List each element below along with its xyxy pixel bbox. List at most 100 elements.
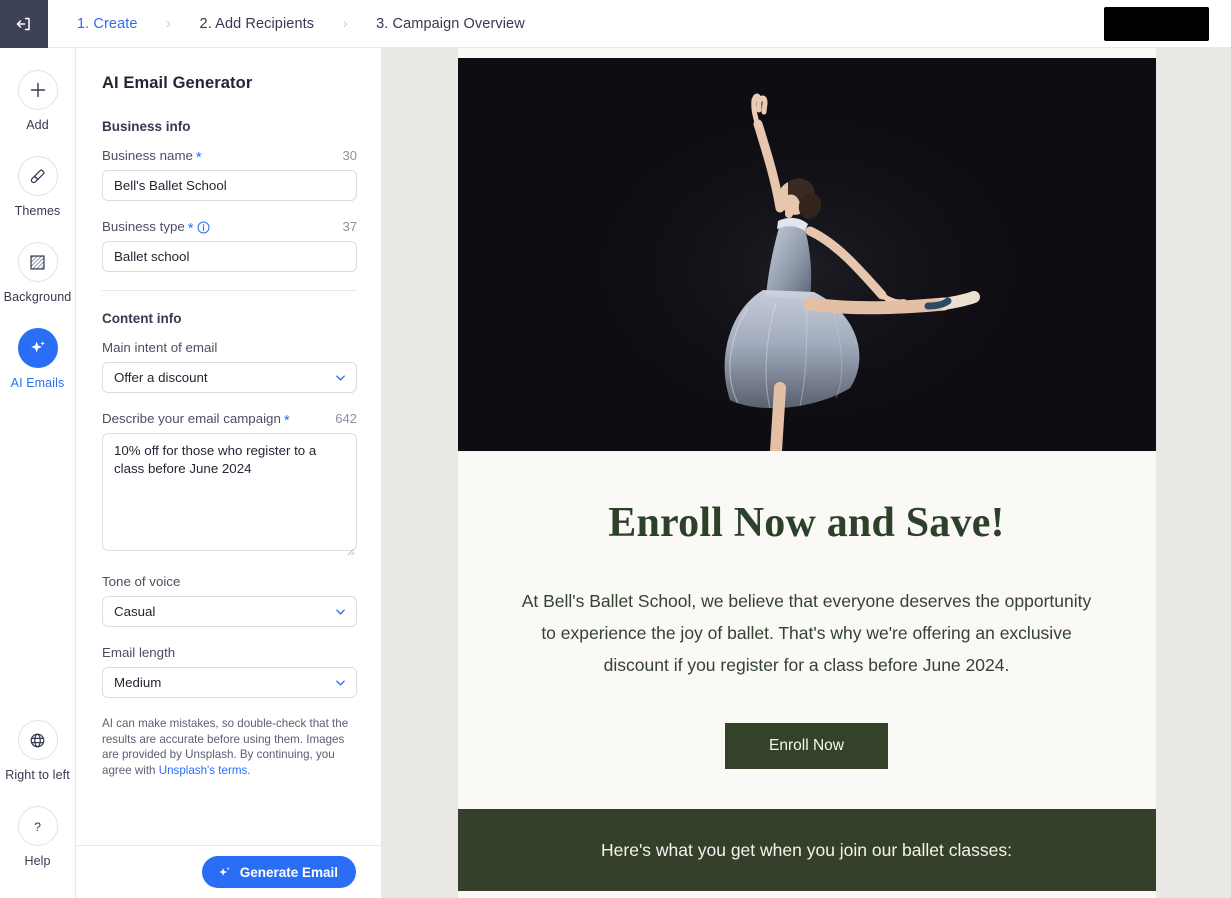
describe-campaign-counter: 642 xyxy=(335,411,357,426)
email-bottom-spacer xyxy=(457,891,1156,898)
rail-icon-wrap: ? xyxy=(17,806,58,846)
email-length-label: Email length xyxy=(102,645,176,660)
business-name-counter: 30 xyxy=(342,148,357,163)
required-asterisk: * xyxy=(283,412,290,429)
tool-rail: Add Themes Background AI Emails Right to… xyxy=(0,48,76,898)
business-type-label: Business type * xyxy=(102,219,210,237)
sparkle-icon xyxy=(30,341,45,353)
rail-label-help: Help xyxy=(24,854,51,868)
disclaimer-text-after: . xyxy=(247,763,251,777)
email-preview: Enroll Now and Save! At Bell's Ballet Sc… xyxy=(457,48,1156,898)
breadcrumb-step-add-recipients[interactable]: 2. Add Recipients xyxy=(200,16,315,32)
rail-label-background: Background xyxy=(3,290,72,304)
tone-of-voice-select[interactable]: Casual xyxy=(102,596,357,627)
email-length-select-wrap: Medium xyxy=(102,667,357,698)
rail-item-help[interactable]: ? Help xyxy=(0,806,76,868)
main-intent-select[interactable]: Offer a discount xyxy=(102,362,357,393)
email-cta-wrap: Enroll Now xyxy=(514,723,1100,769)
rail-item-add[interactable]: Add xyxy=(0,70,76,132)
field-header: Business type * 37 xyxy=(102,219,357,237)
panel-scroll-area: AI Email Generator Business info Busines… xyxy=(76,48,381,845)
field-business-type: Business type * 37 xyxy=(102,219,357,272)
email-paragraph: At Bell's Ballet School, we believe that… xyxy=(521,591,1092,675)
rail-icon-wrap xyxy=(17,242,58,282)
rail-item-right-to-left[interactable]: Right to left xyxy=(0,720,76,782)
field-describe-campaign: Describe your email campaign * 642 xyxy=(102,411,357,556)
business-type-input[interactable] xyxy=(102,241,357,272)
rail-icon-wrap xyxy=(17,156,58,196)
business-name-label-text: Business name xyxy=(102,148,193,163)
field-header: Business name * 30 xyxy=(102,148,357,166)
rail-label-right-to-left: Right to left xyxy=(5,768,70,782)
rail-icon-wrap xyxy=(17,720,58,760)
required-asterisk: * xyxy=(187,220,194,237)
info-icon[interactable] xyxy=(197,221,210,234)
globe-icon xyxy=(30,733,45,747)
breadcrumb-chevron-icon: › xyxy=(342,15,348,32)
breadcrumb-chevron-icon: › xyxy=(166,15,172,32)
business-type-counter: 37 xyxy=(342,219,357,234)
field-email-length: Email length Medium xyxy=(102,645,357,698)
email-top-spacer xyxy=(457,48,1156,58)
rail-item-themes[interactable]: Themes xyxy=(0,156,76,218)
field-header: Tone of voice xyxy=(102,574,357,589)
field-header: Email length xyxy=(102,645,357,660)
ballerina-illustration xyxy=(457,58,1156,451)
textarea-wrap xyxy=(102,433,357,556)
business-info-heading: Business info xyxy=(102,119,191,134)
rail-label-add: Add xyxy=(26,118,49,132)
email-body: Enroll Now and Save! At Bell's Ballet Sc… xyxy=(458,499,1156,769)
exit-editor-button[interactable] xyxy=(0,0,48,48)
top-bar-actions xyxy=(1104,0,1231,47)
tone-select-wrap: Casual xyxy=(102,596,357,627)
top-bar: 1. Create › 2. Add Recipients › 3. Campa… xyxy=(0,0,1231,48)
describe-campaign-textarea[interactable] xyxy=(102,433,357,551)
describe-campaign-label: Describe your email campaign * xyxy=(102,411,290,429)
field-business-name: Business name * 30 xyxy=(102,148,357,201)
ai-disclaimer: AI can make mistakes, so double-check th… xyxy=(102,716,357,778)
field-header: Describe your email campaign * 642 xyxy=(102,411,357,429)
content-info-heading: Content info xyxy=(102,311,182,326)
business-name-input[interactable] xyxy=(102,170,357,201)
generate-email-button[interactable]: Generate Email xyxy=(201,856,356,888)
main-intent-select-wrap: Offer a discount xyxy=(102,362,357,393)
exit-arrow-icon xyxy=(16,17,30,31)
describe-campaign-label-text: Describe your email campaign xyxy=(102,411,281,426)
question-mark-icon: ? xyxy=(34,819,41,833)
panel-title: AI Email Generator xyxy=(102,74,253,92)
hero-image-block[interactable] xyxy=(457,58,1156,451)
svg-text:?: ? xyxy=(34,819,41,833)
email-headline: Enroll Now and Save! xyxy=(608,500,1005,546)
rail-label-themes: Themes xyxy=(14,204,61,218)
field-header: Main intent of email xyxy=(102,340,357,355)
rail-icon-wrap-active xyxy=(17,328,58,368)
email-canvas[interactable]: Enroll Now and Save! At Bell's Ballet Sc… xyxy=(382,48,1231,898)
email-length-select[interactable]: Medium xyxy=(102,667,357,698)
generate-email-label: Generate Email xyxy=(239,864,338,880)
plus-icon xyxy=(30,82,45,98)
unsplash-terms-link[interactable]: Unsplash's terms xyxy=(159,764,248,777)
field-tone-of-voice: Tone of voice Casual xyxy=(102,574,357,627)
workspace: Add Themes Background AI Emails Right to… xyxy=(0,48,1231,898)
business-name-label: Business name * xyxy=(102,148,202,166)
required-asterisk: * xyxy=(195,149,202,166)
enroll-now-button[interactable]: Enroll Now xyxy=(725,723,888,769)
email-green-band: Here's what you get when you join our ba… xyxy=(457,809,1156,891)
rail-icon-wrap xyxy=(17,70,58,110)
hatched-square-icon xyxy=(30,254,45,270)
primary-action-button[interactable] xyxy=(1104,6,1209,41)
section-divider xyxy=(102,290,357,291)
field-main-intent: Main intent of email Offer a discount xyxy=(102,340,357,393)
info-circle-icon xyxy=(197,221,210,234)
panel-footer: Generate Email xyxy=(76,845,381,898)
breadcrumb-step-create[interactable]: 1. Create xyxy=(77,16,138,32)
email-band-text: Here's what you get when you join our ba… xyxy=(601,839,1012,860)
ai-email-generator-panel: AI Email Generator Business info Busines… xyxy=(76,48,382,898)
rail-item-ai-emails[interactable]: AI Emails xyxy=(0,328,76,390)
tone-of-voice-label: Tone of voice xyxy=(102,574,181,589)
rail-label-ai-emails: AI Emails xyxy=(10,376,65,390)
rail-item-background[interactable]: Background xyxy=(0,242,76,304)
business-type-label-text: Business type xyxy=(102,219,185,234)
breadcrumb-step-campaign-overview[interactable]: 3. Campaign Overview xyxy=(376,16,525,32)
tool-rail-bottom-group: Right to left ? Help xyxy=(0,720,75,898)
